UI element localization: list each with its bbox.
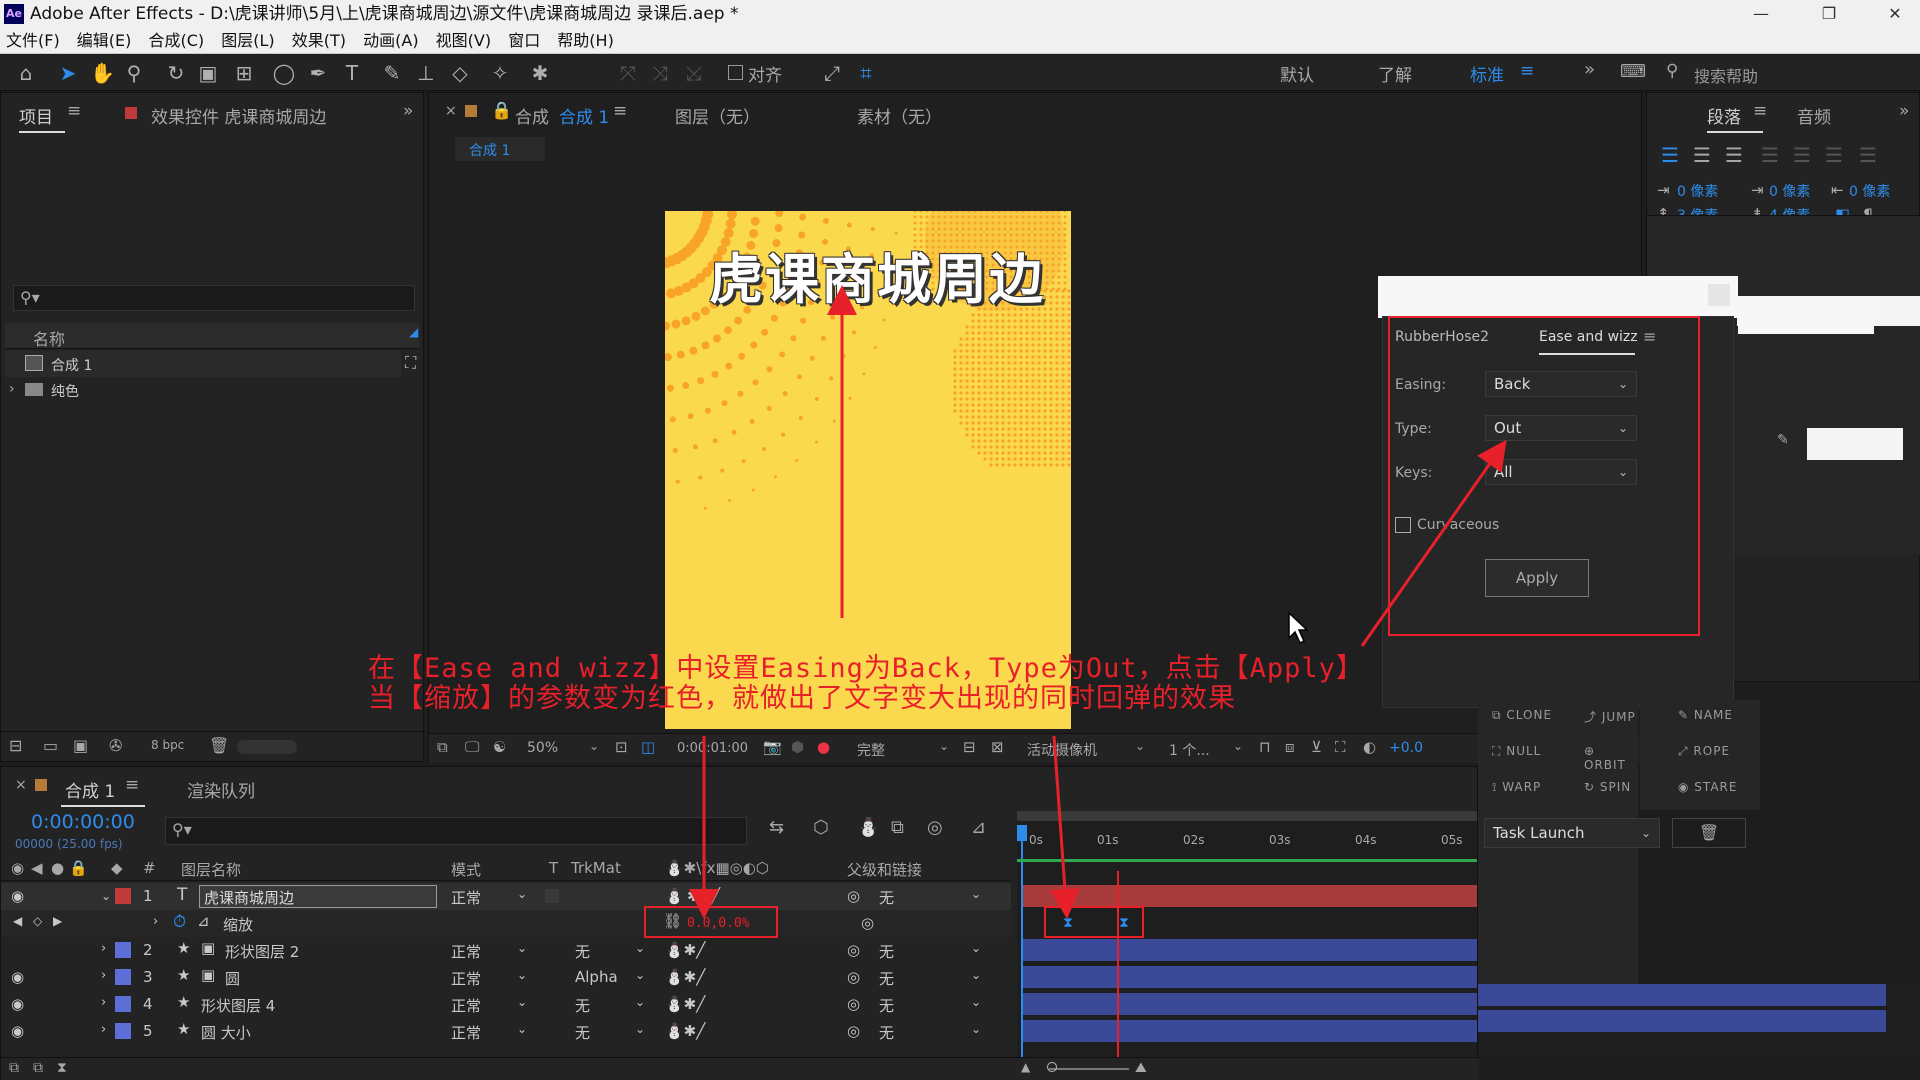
mouse-cursor-icon (1288, 612, 1309, 645)
annotation-arrows (689, 285, 1507, 919)
annotation-line-2: 当【缩放】的参数变为红色，就做出了文字变大出现的同时回弹的效果 (368, 683, 1236, 714)
